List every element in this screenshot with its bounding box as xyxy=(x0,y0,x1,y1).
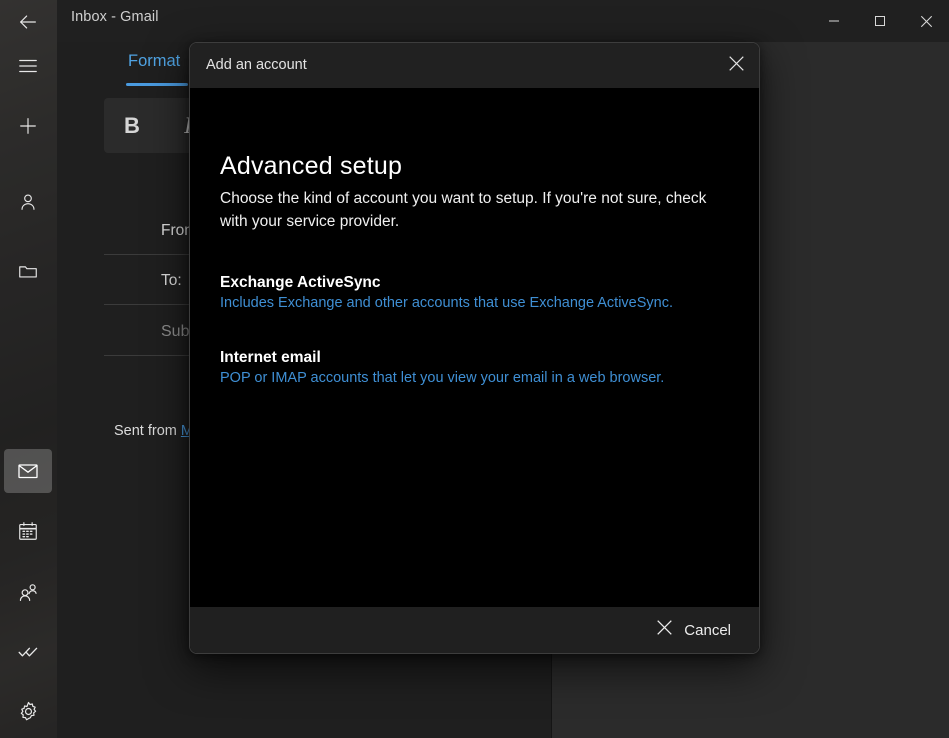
option-description: POP or IMAP accounts that let you view y… xyxy=(220,370,665,386)
people-icon xyxy=(17,581,40,604)
dialog-body: Advanced setup Choose the kind of accoun… xyxy=(190,88,759,608)
tab-active-indicator xyxy=(126,83,188,86)
maximize-icon xyxy=(874,15,886,27)
close-icon xyxy=(728,55,745,77)
dialog-titlebar: Add an account xyxy=(190,43,759,88)
gear-icon xyxy=(17,700,40,723)
window-controls xyxy=(811,0,949,42)
close-button[interactable] xyxy=(903,0,949,42)
email-signature: Sent from M xyxy=(114,423,193,439)
cancel-button[interactable]: Cancel xyxy=(650,613,737,647)
add-account-dialog: Add an account Advanced setup Choose the… xyxy=(189,42,760,654)
minimize-icon xyxy=(828,15,840,27)
back-button[interactable] xyxy=(4,0,52,44)
back-arrow-icon xyxy=(17,11,39,33)
option-internet-email[interactable]: Internet email POP or IMAP accounts that… xyxy=(220,349,730,386)
mail-app-window: Inbox - Gmail Format B I From: To: Subje… xyxy=(0,0,949,738)
hamburger-icon xyxy=(17,55,39,77)
dialog-footer: Cancel xyxy=(190,607,759,653)
new-mail-button[interactable] xyxy=(4,104,52,148)
checkmark-icon xyxy=(16,640,40,664)
option-title: Exchange ActiveSync xyxy=(220,274,381,291)
sidebar-item-settings[interactable] xyxy=(4,689,52,733)
accounts-button[interactable] xyxy=(4,180,52,224)
window-title: Inbox - Gmail xyxy=(71,9,159,25)
dialog-description: Choose the kind of account you want to s… xyxy=(220,190,707,230)
signature-text: Sent from xyxy=(114,423,181,439)
sidebar-item-mail[interactable] xyxy=(4,449,52,493)
calendar-icon xyxy=(17,520,39,542)
dialog-title: Add an account xyxy=(206,57,307,73)
option-exchange-activesync[interactable]: Exchange ActiveSync Includes Exchange an… xyxy=(220,274,730,311)
folder-icon xyxy=(17,260,39,282)
folders-button[interactable] xyxy=(4,249,52,293)
window-titlebar: Inbox - Gmail xyxy=(57,0,949,42)
close-icon xyxy=(656,619,673,641)
tab-format[interactable]: Format xyxy=(128,52,180,71)
navigation-rail xyxy=(0,0,57,738)
person-icon xyxy=(17,191,39,213)
dialog-heading: Advanced setup xyxy=(220,152,403,180)
sidebar-item-calendar[interactable] xyxy=(4,509,52,553)
envelope-icon xyxy=(16,459,40,483)
option-description: Includes Exchange and other accounts tha… xyxy=(220,295,674,311)
close-icon xyxy=(920,15,933,28)
cancel-label: Cancel xyxy=(684,621,731,639)
sidebar-item-people[interactable] xyxy=(4,570,52,614)
maximize-button[interactable] xyxy=(857,0,903,42)
sidebar-item-todo[interactable] xyxy=(4,630,52,674)
hamburger-menu-button[interactable] xyxy=(4,44,52,88)
minimize-button[interactable] xyxy=(811,0,857,42)
plus-icon xyxy=(17,115,39,137)
option-title: Internet email xyxy=(220,349,321,366)
to-label: To: xyxy=(161,272,182,289)
dialog-close-button[interactable] xyxy=(713,43,759,88)
bold-button[interactable]: B xyxy=(104,98,160,153)
